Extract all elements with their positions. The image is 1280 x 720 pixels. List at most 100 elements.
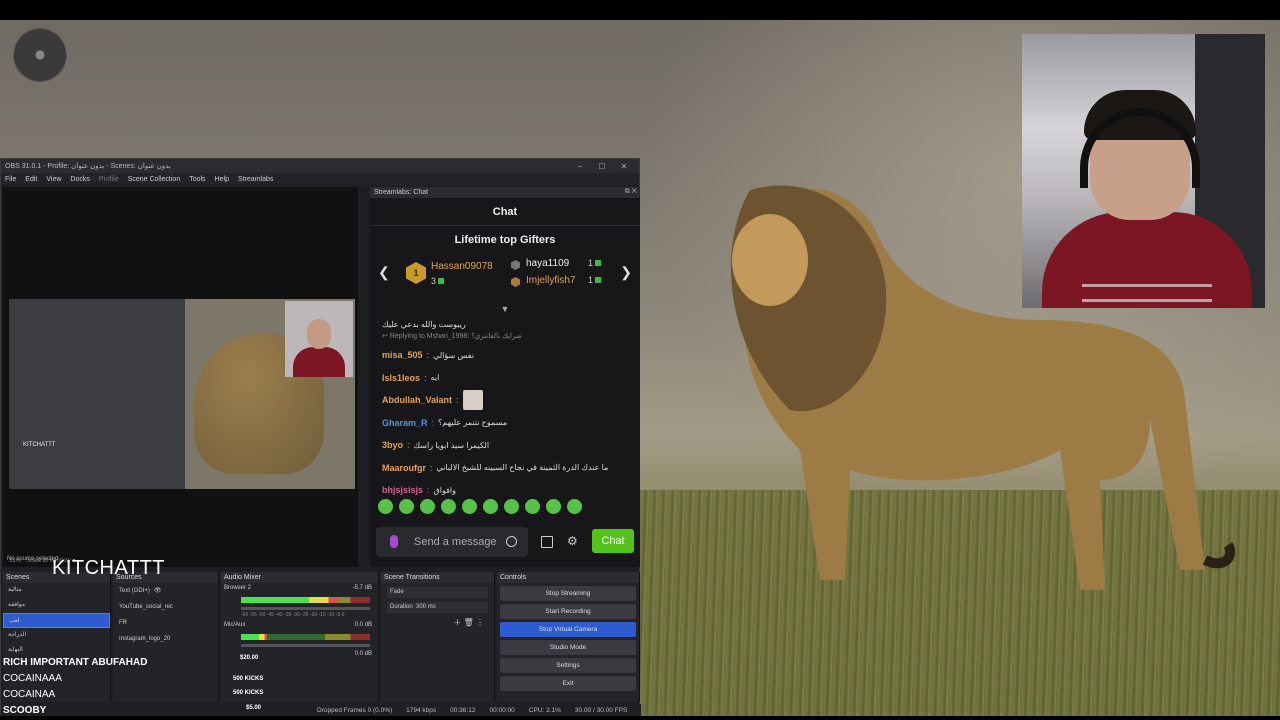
eye-icon[interactable]: 👁 xyxy=(154,583,162,599)
message-username[interactable]: bhjsjsisjs xyxy=(382,485,423,495)
message-placeholder: Send a message xyxy=(414,536,497,548)
gift-icon[interactable] xyxy=(541,536,553,548)
gifter-3-name[interactable]: Imjellyfish7 xyxy=(526,275,575,286)
chevron-right-icon[interactable]: ❯ xyxy=(620,264,632,281)
mixer-channel-label: Mic/Aux 0.0 dB xyxy=(221,620,378,630)
obs-window-title: OBS 31.0.1 - Profile: بدون عنوان - Scene… xyxy=(5,163,171,170)
chat-dock-title[interactable]: Streamlabs: Chat xyxy=(370,187,640,198)
scene-item[interactable]: مثالية xyxy=(3,583,110,598)
emote-icon[interactable] xyxy=(399,499,414,514)
transition-value: Fade xyxy=(390,589,404,595)
chat-message: lsls1leos: ايه xyxy=(382,372,440,383)
message-username[interactable]: Gharam_R xyxy=(382,418,428,428)
meter-level xyxy=(241,597,338,603)
emote-icon[interactable] xyxy=(483,499,498,514)
chat-messages: ريبوست والله بدعي عليك ↩ Replying to Msh… xyxy=(370,314,640,504)
collapse-icon[interactable]: ▼ xyxy=(370,304,640,314)
transition-tools[interactable]: ＋ 🗑 ⋮ xyxy=(381,617,494,628)
duration-value: 300 ms xyxy=(416,604,436,610)
emote-icon[interactable] xyxy=(378,499,393,514)
stream-time: 00:36:12 xyxy=(450,706,476,714)
menu-profile[interactable]: Profile xyxy=(99,176,119,183)
menu-edit[interactable]: Edit xyxy=(25,176,37,183)
gifter-3-count-value: 1 xyxy=(588,275,594,285)
volume-slider[interactable] xyxy=(241,644,370,647)
message-username[interactable]: Abdullah_Valant xyxy=(382,395,452,405)
stop-virtual-camera-button[interactable]: Stop Virtual Camera xyxy=(500,622,636,637)
gift-gem-icon xyxy=(595,277,602,283)
controls-title: Controls xyxy=(497,572,639,583)
message-username[interactable]: Maaroufgr xyxy=(382,463,426,473)
menu-file[interactable]: File xyxy=(5,176,16,183)
scene-item[interactable]: موافقة xyxy=(3,598,110,613)
scene-transitions-dock: Scene Transitions Fade Duration 300 ms ＋… xyxy=(381,572,495,702)
menu-streamlabs[interactable]: Streamlabs xyxy=(238,176,273,183)
preview-canvas[interactable]: KITCHATTT xyxy=(9,299,355,489)
message-username[interactable]: misa_505 xyxy=(382,350,423,360)
menu-docks[interactable]: Docks xyxy=(70,176,89,183)
cpu-usage: CPU: 2.1% xyxy=(528,706,561,714)
gifter-3-count: 1 xyxy=(588,275,602,285)
close-icon[interactable]: ✕ xyxy=(613,162,635,171)
message-text: الكيمرا سيد ابويا راسك xyxy=(413,440,490,450)
donor-amount: 500 KICKS xyxy=(233,690,264,696)
start-recording-button[interactable]: Start Recording xyxy=(500,604,636,619)
channel-name: Mic/Aux xyxy=(224,622,246,628)
emote-icon[interactable] xyxy=(420,499,435,514)
bottom-letterbox xyxy=(0,716,1280,720)
emote-icon[interactable] xyxy=(441,499,456,514)
emote-icon[interactable] xyxy=(504,499,519,514)
stop-streaming-button[interactable]: Stop Streaming xyxy=(500,586,636,601)
exit-button[interactable]: Exit xyxy=(500,676,636,691)
transition-select[interactable]: Fade xyxy=(387,587,488,598)
obs-preview[interactable]: KITCHATTT 31% Scale to Window ▾ xyxy=(3,187,358,567)
volume-slider[interactable] xyxy=(241,607,370,610)
emoji-picker-icon[interactable] xyxy=(506,536,517,547)
scene-item-selected[interactable]: لعب xyxy=(3,613,110,628)
emote-icon[interactable] xyxy=(525,499,540,514)
emote-icon[interactable] xyxy=(567,499,582,514)
source-item[interactable]: YouTube_social_rec xyxy=(113,599,218,615)
minimize-icon[interactable]: – xyxy=(569,162,591,171)
source-item[interactable]: FR xyxy=(113,615,218,631)
menu-tools[interactable]: Tools xyxy=(189,176,205,183)
duration-field[interactable]: Duration 300 ms xyxy=(387,602,488,613)
message-username[interactable]: lsls1leos xyxy=(382,373,420,383)
maximize-icon[interactable]: ☐ xyxy=(591,162,613,171)
menu-scene-collection[interactable]: Scene Collection xyxy=(128,176,181,183)
emote-icon[interactable] xyxy=(546,499,561,514)
chevron-left-icon[interactable]: ❮ xyxy=(378,264,390,281)
settings-button[interactable]: Settings xyxy=(500,658,636,673)
source-label: Text (GDI+) xyxy=(119,588,150,594)
fps: 30.00 / 30.00 FPS xyxy=(574,706,628,714)
send-chat-button[interactable]: Chat xyxy=(592,529,634,553)
donor-name: COCAINAAA xyxy=(3,673,62,684)
studio-mode-button[interactable]: Studio Mode xyxy=(500,640,636,655)
gifter-2-name[interactable]: haya1109 xyxy=(526,258,569,269)
message-username[interactable]: 3byo xyxy=(382,440,403,450)
gift-gem-icon xyxy=(438,278,445,284)
chat-message: misa_505: نفس سؤالي xyxy=(382,350,474,361)
menu-help[interactable]: Help xyxy=(215,176,229,183)
gear-icon[interactable]: ⚙ xyxy=(567,534,578,548)
message-text: ما عندك الدرة الثمينة في نجاح السبينه لل… xyxy=(436,463,609,473)
mic-icon[interactable] xyxy=(390,535,398,548)
top-letterbox xyxy=(0,0,1280,20)
meter-level xyxy=(241,634,267,640)
gifter-1-name[interactable]: Hassan09078 xyxy=(431,261,493,272)
source-label: Instagram_logo_20 xyxy=(119,636,171,642)
donor-name: RICH IMPORTANT ABUFAHAD xyxy=(3,657,148,668)
message-input[interactable]: Send a message xyxy=(376,527,528,557)
obs-titlebar[interactable]: OBS 31.0.1 - Profile: بدون عنوان - Scene… xyxy=(1,159,639,173)
source-item[interactable]: Instagram_logo_20 xyxy=(113,631,218,647)
rank-badge-2 xyxy=(511,260,520,270)
mixer-channel-label: Browser 2 -5.7 dB xyxy=(221,583,378,593)
emote-icon[interactable] xyxy=(462,499,477,514)
dock-float-close-icon[interactable]: ⧉ ✕ xyxy=(625,188,637,196)
message-text: وافواق xyxy=(433,485,457,495)
source-item[interactable]: Text (GDI+) 👁 xyxy=(113,583,218,599)
meter-ticks: -60 -55 -50 -45 -40 -35 -30 -25 -20 -15 … xyxy=(241,612,345,618)
scene-item[interactable]: الدراجة xyxy=(3,628,110,643)
menu-view[interactable]: View xyxy=(46,176,61,183)
overlay-kitchattt: KITCHATTT xyxy=(52,557,166,579)
